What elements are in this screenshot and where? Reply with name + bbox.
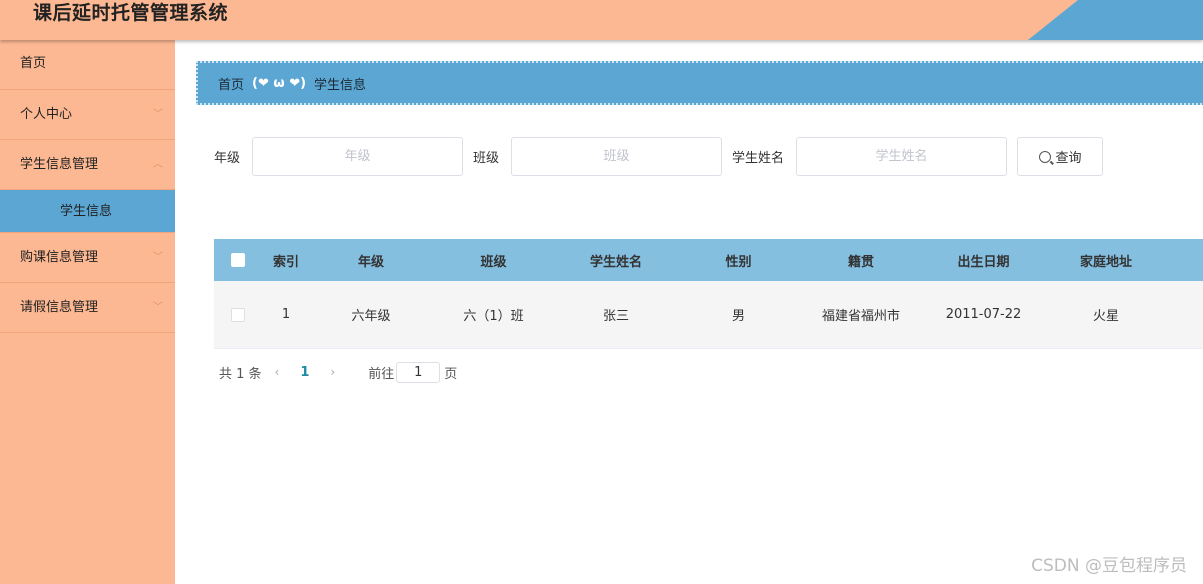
prev-page-icon[interactable]: ‹ [275, 365, 280, 379]
cell-address: 火星 [1092, 309, 1119, 324]
select-all-cell [214, 253, 262, 267]
grade-input[interactable] [252, 137, 464, 176]
chevron-down-icon: ﹀ [153, 109, 163, 120]
header-grade: 年级 [357, 254, 384, 270]
header-birth-date: 出生日期 [957, 254, 1010, 270]
sidebar-item-label: 首页 [20, 56, 47, 71]
page-number[interactable]: 1 [300, 365, 309, 380]
header-address: 家庭地址 [1079, 254, 1132, 270]
breadcrumb-home[interactable]: 首页 [218, 74, 244, 93]
table-row[interactable]: 1 六年级 六（1）班 张三 男 福建省福州市 2011-07-22 火星 [214, 281, 1203, 349]
pagination-total: 共 1 条 [219, 366, 262, 382]
search-icon [1038, 150, 1051, 163]
sidebar-item-personal-center[interactable]: 个人中心 ﹀ [0, 90, 175, 140]
chevron-down-icon: ﹀ [153, 252, 163, 263]
cell-class: 六（1）班 [463, 309, 524, 324]
header-sex: 性别 [725, 254, 752, 270]
sidebar-item-student-management[interactable]: 学生信息管理 ︿ [0, 140, 175, 190]
sidebar-item-home[interactable]: 首页 [0, 40, 175, 90]
header-index: 索引 [272, 254, 299, 270]
row-checkbox[interactable] [231, 307, 245, 322]
watermark: CSDN @豆包程序员 [1031, 556, 1187, 576]
select-all-checkbox[interactable] [231, 253, 245, 267]
query-button[interactable]: 查询 [1017, 137, 1104, 176]
sidebar-subitem-label: 学生信息 [60, 204, 113, 219]
cell-index: 1 [281, 307, 291, 322]
cell-sex: 男 [731, 309, 745, 324]
sidebar-item-label: 个人中心 [20, 107, 73, 122]
chevron-down-icon: ﹀ [153, 302, 163, 313]
app-header: 课后延时托管管理系统 [0, 0, 1203, 40]
search-bar: 年级 班级 学生姓名 查询 [214, 137, 1104, 176]
row-select-cell [214, 307, 262, 322]
header-class: 班级 [480, 254, 507, 270]
student-name-input[interactable] [796, 137, 1008, 176]
pagination: 共 1 条 ‹ 1 › 前往 页 [219, 361, 457, 383]
goto-page-input[interactable] [396, 361, 441, 383]
header-origin: 籍贯 [847, 254, 874, 270]
page-unit-label: 页 [444, 366, 458, 382]
breadcrumb-separator: (❤ ω ❤) [252, 75, 307, 91]
table-header: 索引 年级 班级 学生姓名 性别 籍贯 出生日期 家庭地址 [214, 239, 1203, 281]
header-student-name: 学生姓名 [589, 254, 642, 270]
class-input[interactable] [511, 137, 723, 176]
sidebar-item-label: 请假信息管理 [20, 300, 99, 315]
breadcrumb-current: 学生信息 [314, 77, 367, 93]
chevron-up-icon: ︿ [153, 159, 163, 170]
cell-origin: 福建省福州市 [821, 309, 900, 324]
student-table: 索引 年级 班级 学生姓名 性别 籍贯 出生日期 家庭地址 1 六年级 六（1）… [214, 239, 1203, 349]
header-corner-decoration [1028, 0, 1203, 40]
sidebar-item-label: 学生信息管理 [20, 157, 99, 172]
sidebar: 首页 个人中心 ﹀ 学生信息管理 ︿ 学生信息 购课信息管理 ﹀ 请假信息管理 … [0, 40, 175, 584]
next-page-icon[interactable]: › [330, 365, 335, 379]
student-name-label: 学生姓名 [732, 151, 785, 166]
sidebar-item-course-purchase[interactable]: 购课信息管理 ﹀ [0, 233, 175, 283]
sidebar-item-leave-management[interactable]: 请假信息管理 ﹀ [0, 283, 175, 333]
class-label: 班级 [473, 151, 500, 166]
sidebar-item-label: 购课信息管理 [20, 250, 99, 265]
cell-birth-date: 2011-07-22 [945, 307, 1022, 322]
query-button-label: 查询 [1055, 151, 1082, 166]
sidebar-subitem-student-info[interactable]: 学生信息 [0, 190, 175, 233]
app-title: 课后延时托管管理系统 [33, 2, 229, 24]
cell-grade: 六年级 [351, 309, 391, 324]
breadcrumb: 首页 (❤ ω ❤) 学生信息 [196, 61, 1203, 105]
cell-student-name: 张三 [602, 309, 629, 324]
goto-label: 前往 [368, 366, 395, 382]
grade-label: 年级 [214, 151, 241, 166]
